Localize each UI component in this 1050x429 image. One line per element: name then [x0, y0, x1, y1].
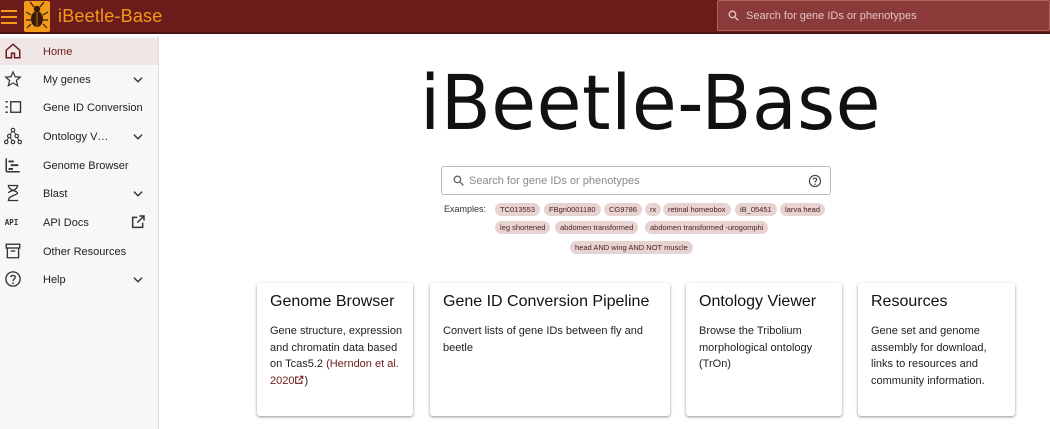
card-genome-browser[interactable]: Genome Browser Gene structure, expressio…: [257, 283, 413, 416]
hero-title: iBeetle-Base: [420, 58, 882, 147]
card-title: Resources: [871, 293, 948, 310]
example-chip[interactable]: rx: [645, 203, 662, 216]
card-title: Ontology Viewer: [699, 293, 817, 310]
hourglass-icon: [7, 184, 19, 202]
menu-icon[interactable]: [0, 6, 18, 28]
chevron-down-icon[interactable]: [131, 73, 145, 87]
external-link-icon[interactable]: [294, 375, 304, 385]
example-chip[interactable]: larva head: [780, 203, 826, 216]
sidebar-item-label: Other Resources: [43, 246, 127, 258]
search-icon: [728, 10, 739, 21]
card-ontology-viewer[interactable]: Ontology Viewer Browse the Tribolium mor…: [686, 283, 842, 416]
card-gene-id-conversion[interactable]: Gene ID Conversion Pipeline Convert list…: [430, 283, 670, 416]
conversion-icon: [5, 101, 22, 113]
beetle-logo[interactable]: [24, 1, 50, 32]
chevron-down-icon[interactable]: [131, 130, 145, 144]
sidebar-item-label: My genes: [43, 74, 91, 86]
example-chip[interactable]: FBgn0001180: [544, 203, 601, 216]
example-chip[interactable]: leg shortened: [495, 221, 551, 234]
sidebar-item-ontology-viewer[interactable]: Ontology V…: [0, 123, 158, 150]
example-chip[interactable]: head AND wing AND NOT muscle: [570, 241, 693, 254]
search-icon: [453, 175, 464, 186]
card-body-tail: ): [304, 374, 309, 387]
example-chip[interactable]: CG9786: [604, 203, 642, 216]
sidebar-item-label: Blast: [43, 188, 68, 200]
main-search-input[interactable]: Search for gene IDs or phenotypes: [441, 166, 831, 195]
archive-icon: [5, 243, 21, 259]
sidebar-item-help[interactable]: Help: [0, 266, 158, 293]
main-search-placeholder: Search for gene IDs or phenotypes: [469, 175, 640, 187]
card-body: Gene set and genome assembly for downloa…: [871, 325, 987, 387]
card-title: Gene ID Conversion Pipeline: [443, 293, 650, 310]
home-icon: [5, 43, 21, 59]
sidebar-item-label: Help: [43, 274, 66, 286]
example-chip[interactable]: iB_05451: [735, 203, 777, 216]
svg-text:API: API: [5, 218, 19, 227]
ontology-icon: [4, 127, 22, 145]
sidebar-item-gene-id-conversion[interactable]: Gene ID Conversion: [0, 94, 158, 121]
api-icon: API: [5, 218, 19, 227]
sidebar: Home My genes Gene ID Conversion Ontolog…: [0, 36, 159, 429]
sidebar-item-blast[interactable]: Blast: [0, 180, 158, 207]
sidebar-item-my-genes[interactable]: My genes: [0, 66, 158, 93]
card-body: Convert lists of gene IDs between fly an…: [443, 325, 643, 354]
help-circle-icon[interactable]: [808, 174, 822, 188]
sidebar-item-genome-browser[interactable]: Genome Browser: [0, 152, 158, 179]
help-icon: [5, 271, 21, 287]
header-search-input[interactable]: Search for gene IDs or phenotypes: [717, 0, 1050, 31]
sidebar-item-api-docs[interactable]: API API Docs: [0, 209, 158, 236]
sidebar-item-label: Home: [43, 46, 73, 58]
example-chip[interactable]: abdomen transformed: [555, 221, 639, 234]
chevron-down-icon[interactable]: [131, 273, 145, 287]
sidebar-item-label: Genome Browser: [43, 160, 129, 172]
app-title[interactable]: iBeetle-Base: [58, 6, 162, 27]
top-app-bar: iBeetle-Base Search for gene IDs or phen…: [0, 0, 1050, 34]
sidebar-item-label: API Docs: [43, 217, 89, 229]
sidebar-item-other-resources[interactable]: Other Resources: [0, 238, 158, 265]
genome-browser-icon: [5, 158, 20, 173]
examples-label: Examples:: [444, 204, 487, 214]
header-search-placeholder: Search for gene IDs or phenotypes: [746, 10, 917, 22]
sidebar-item-home[interactable]: Home: [0, 38, 158, 65]
star-icon: [4, 70, 22, 88]
example-chip[interactable]: retinal homeobox: [663, 203, 731, 216]
sidebar-item-label: Gene ID Conversion: [43, 102, 143, 114]
card-resources[interactable]: Resources Gene set and genome assembly f…: [858, 283, 1015, 416]
external-link-icon[interactable]: [130, 214, 146, 230]
sidebar-item-label: Ontology V…: [43, 131, 109, 143]
card-body: Gene structure, expression and chromatin…: [270, 323, 406, 389]
example-chip[interactable]: TC013553: [495, 203, 541, 216]
chevron-down-icon[interactable]: [131, 187, 145, 201]
example-chip[interactable]: abdomen transformed -urogomphi: [645, 221, 769, 234]
card-title: Genome Browser: [270, 293, 395, 310]
card-body: Browse the Tribolium morphological ontol…: [699, 325, 813, 370]
